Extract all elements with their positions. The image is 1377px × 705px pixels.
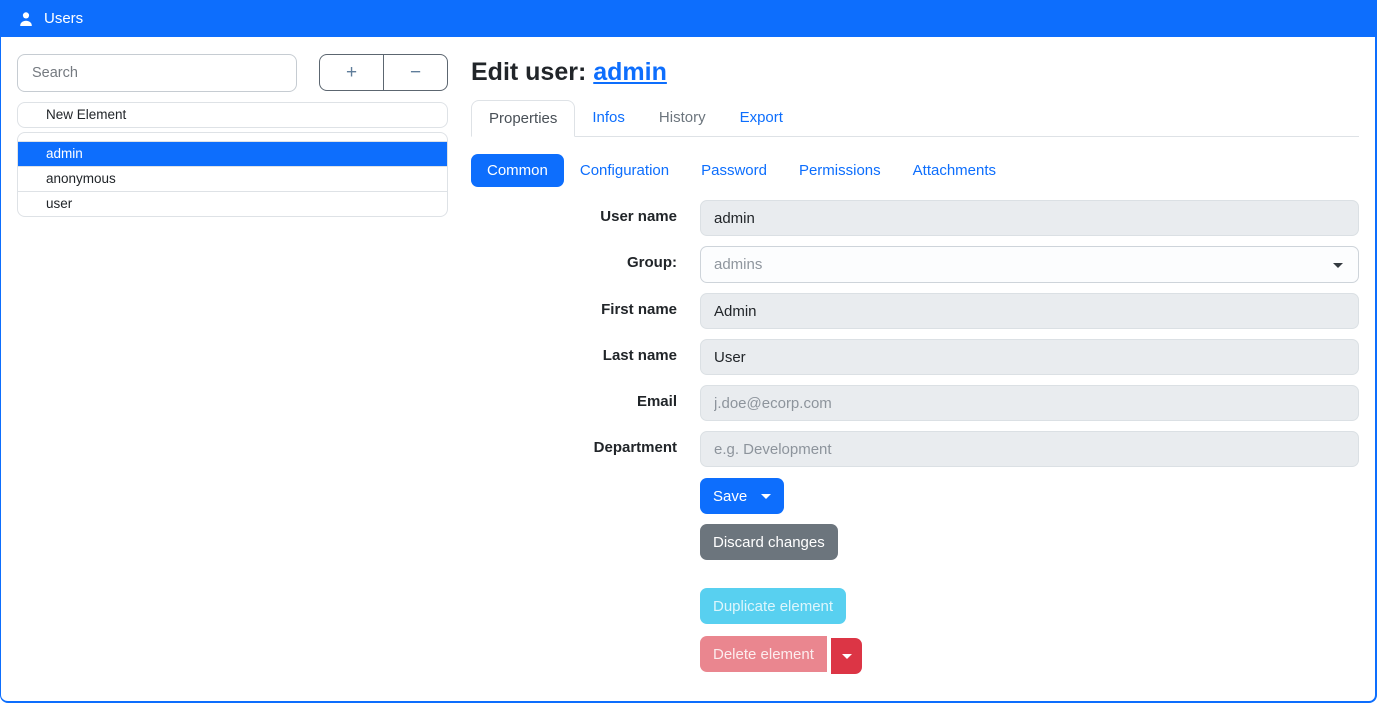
- subtab-common[interactable]: Common: [471, 154, 564, 187]
- list-item-admin[interactable]: admin: [18, 141, 447, 166]
- email-field: [700, 385, 1359, 421]
- subtab-attachments[interactable]: Attachments: [897, 154, 1012, 187]
- email-label: Email: [471, 385, 700, 421]
- username-label: User name: [471, 200, 700, 236]
- user-list: admin anonymous user: [17, 132, 448, 217]
- department-field: [700, 431, 1359, 467]
- form-row: User name: [471, 200, 1359, 236]
- form-row: Email: [471, 385, 1359, 421]
- sidebar-toolbar: + −: [17, 54, 448, 92]
- form-row: Group: admins: [471, 246, 1359, 283]
- lastname-label: Last name: [471, 339, 700, 375]
- tab-history: History: [642, 100, 723, 137]
- duplicate-element-button: Duplicate element: [700, 588, 846, 624]
- firstname-field: [700, 293, 1359, 329]
- list-item-new-element[interactable]: New Element: [18, 103, 447, 127]
- template-list: New Element: [17, 102, 448, 128]
- list-item-anonymous[interactable]: anonymous: [18, 166, 447, 191]
- delete-button-group: Delete element: [700, 636, 1359, 674]
- delete-dropdown-toggle[interactable]: [831, 638, 862, 674]
- add-remove-button-group: + −: [319, 54, 448, 92]
- username-field: [700, 200, 1359, 236]
- form-row: Department: [471, 431, 1359, 467]
- subtab-permissions[interactable]: Permissions: [783, 154, 897, 187]
- caret-down-icon: [761, 494, 771, 499]
- caret-down-icon: [842, 654, 852, 659]
- tab-export[interactable]: Export: [723, 100, 800, 137]
- sidebar: + − New Element admin anonymous user: [1, 37, 448, 701]
- save-button[interactable]: Save: [700, 478, 784, 514]
- department-label: Department: [471, 431, 700, 467]
- app-header: Users: [0, 0, 1377, 37]
- tab-infos[interactable]: Infos: [575, 100, 642, 137]
- page-title: Edit user: admin: [471, 58, 1359, 87]
- main-panel: Edit user: admin Properties Infos Histor…: [448, 37, 1375, 701]
- user-form: User name Group: admins First name: [471, 200, 1359, 674]
- discard-changes-button[interactable]: Discard changes: [700, 524, 838, 560]
- subtab-bar: Common Configuration Password Permission…: [471, 154, 1359, 187]
- edited-user-link[interactable]: admin: [593, 58, 667, 86]
- tab-properties[interactable]: Properties: [471, 100, 575, 137]
- group-select-value: admins: [714, 256, 762, 273]
- list-item-user[interactable]: user: [18, 191, 447, 216]
- search-input[interactable]: [17, 54, 297, 92]
- group-select[interactable]: admins: [700, 246, 1359, 283]
- lastname-field: [700, 339, 1359, 375]
- firstname-label: First name: [471, 293, 700, 329]
- form-row: First name: [471, 293, 1359, 329]
- delete-element-button: Delete element: [700, 636, 827, 672]
- remove-element-button[interactable]: −: [383, 54, 448, 91]
- person-icon: [18, 11, 34, 27]
- subtab-configuration[interactable]: Configuration: [564, 154, 685, 187]
- content-frame: + − New Element admin anonymous user Edi…: [0, 37, 1377, 703]
- form-actions: Save Discard changes Duplicate element D…: [700, 478, 1359, 674]
- chevron-down-icon: [1333, 263, 1343, 268]
- list-item-empty[interactable]: [18, 133, 447, 141]
- subtab-password[interactable]: Password: [685, 154, 783, 187]
- add-element-button[interactable]: +: [319, 54, 384, 91]
- app-title: Users: [44, 10, 83, 27]
- group-label: Group:: [471, 246, 700, 283]
- form-row: Last name: [471, 339, 1359, 375]
- page-title-prefix: Edit user:: [471, 58, 586, 86]
- tab-bar: Properties Infos History Export: [471, 100, 1359, 137]
